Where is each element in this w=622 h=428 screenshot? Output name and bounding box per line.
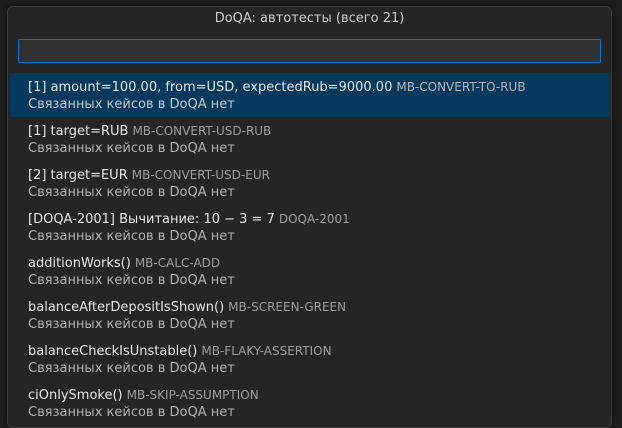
quick-pick-item[interactable]: [DOQA-2001] Вычитание: 10 − 3 = 7 DOQA-20… bbox=[8, 205, 611, 249]
item-label: [1] target=RUB bbox=[28, 124, 129, 139]
item-label: ciOnlySmoke() bbox=[28, 388, 123, 403]
item-description: DOQA-2001 bbox=[278, 212, 350, 226]
item-description: MB-SKIP-ASSUMPTION bbox=[126, 388, 259, 402]
quick-pick-item[interactable]: [1] target=RUB MB-CONVERT-USD-RUB Связанн… bbox=[8, 117, 611, 161]
item-detail: Связанных кейсов в DoQA нет bbox=[28, 361, 235, 376]
quick-pick-filter-input[interactable] bbox=[18, 39, 601, 63]
item-detail: Связанных кейсов в DoQA нет bbox=[28, 405, 235, 420]
item-detail: Связанных кейсов в DoQA нет bbox=[28, 97, 235, 112]
item-detail: Связанных кейсов в DoQA нет bbox=[28, 273, 235, 288]
item-description: MB-CONVERT-TO-RUB bbox=[396, 80, 526, 94]
quick-pick-list: [1] amount=100.00, from=USD, expectedRub… bbox=[8, 73, 611, 425]
quick-pick-item[interactable]: additionWorks() MB-CALC-ADD Связанных кей… bbox=[8, 249, 611, 293]
quick-pick-item[interactable]: [1] amount=100.00, from=USD, expectedRub… bbox=[10, 73, 609, 117]
item-detail: Связанных кейсов в DoQA нет bbox=[28, 141, 235, 156]
item-description: MB-SCREEN-GREEN bbox=[228, 300, 347, 314]
quick-pick-item[interactable]: balanceAfterDepositIsShown() MB-SCREEN-GR… bbox=[8, 293, 611, 337]
item-label: [1] amount=100.00, from=USD, expectedRub… bbox=[28, 80, 393, 95]
quick-pick: DoQA: автотесты (всего 21) [1] amount=10… bbox=[7, 6, 612, 428]
quick-pick-item[interactable]: balanceCheckIsUnstable() MB-FLAKY-ASSERTI… bbox=[8, 337, 611, 381]
quick-pick-item[interactable]: ciOnlySmoke() MB-SKIP-ASSUMPTION Связанны… bbox=[8, 381, 611, 425]
item-detail: Связанных кейсов в DoQA нет bbox=[28, 229, 235, 244]
item-label: [2] target=EUR bbox=[28, 168, 128, 183]
item-label: additionWorks() bbox=[28, 256, 131, 271]
quick-pick-input-wrap bbox=[8, 31, 611, 69]
item-description: MB-CONVERT-USD-RUB bbox=[132, 124, 272, 138]
item-label: balanceCheckIsUnstable() bbox=[28, 344, 198, 359]
item-label: balanceAfterDepositIsShown() bbox=[28, 300, 225, 315]
quick-pick-title: DoQA: автотесты (всего 21) bbox=[8, 7, 611, 31]
item-label: [DOQA-2001] Вычитание: 10 − 3 = 7 bbox=[28, 212, 275, 227]
item-detail: Связанных кейсов в DoQA нет bbox=[28, 185, 235, 200]
item-detail: Связанных кейсов в DoQA нет bbox=[28, 317, 235, 332]
item-description: MB-FLAKY-ASSERTION bbox=[201, 344, 332, 358]
item-description: MB-CONVERT-USD-EUR bbox=[131, 168, 270, 182]
quick-pick-item[interactable]: [2] target=EUR MB-CONVERT-USD-EUR Связанн… bbox=[8, 161, 611, 205]
item-description: MB-CALC-ADD bbox=[134, 256, 221, 270]
